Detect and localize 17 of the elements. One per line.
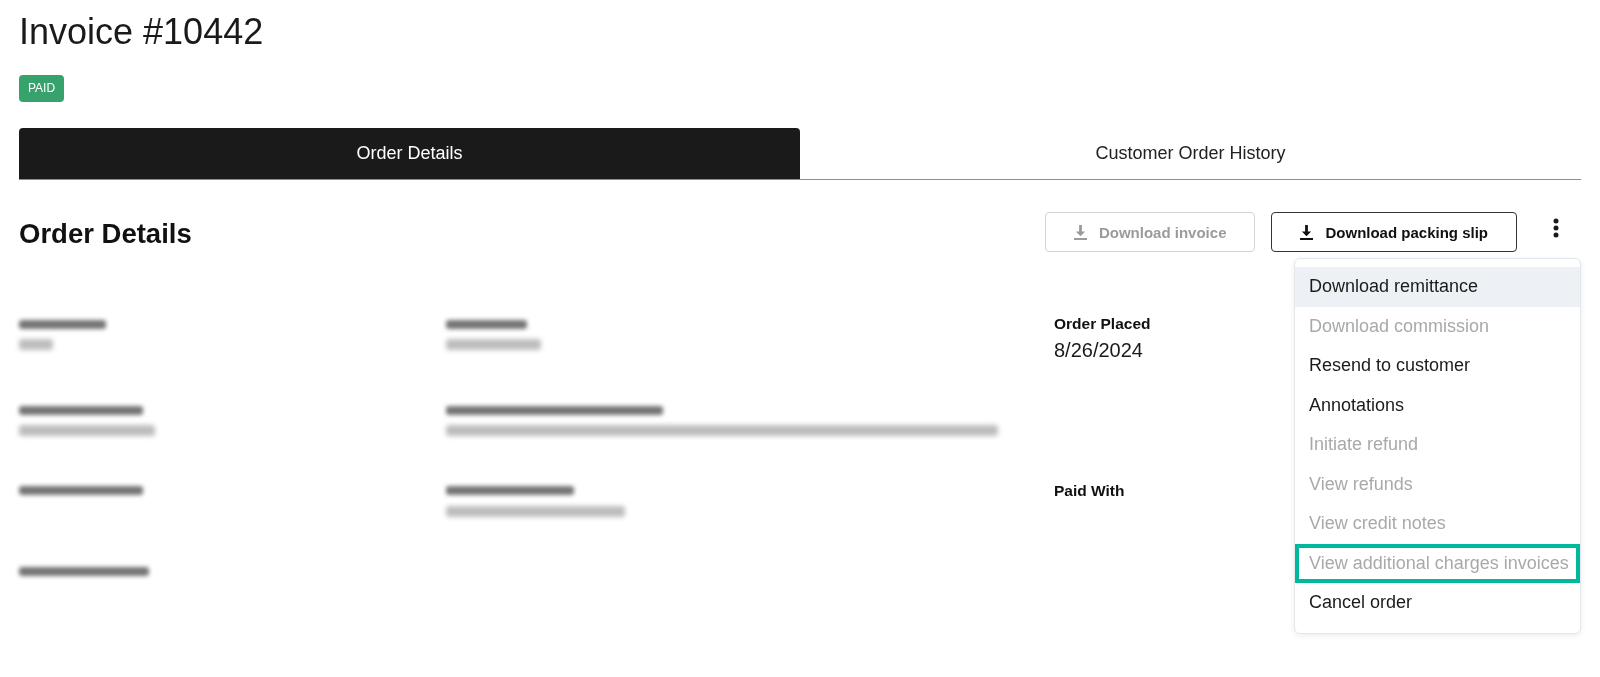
field-label: Paid With [1054, 480, 1125, 501]
more-icon[interactable] [1553, 218, 1559, 238]
blurred-value [19, 339, 53, 350]
tab[interactable]: Order Details [19, 128, 800, 179]
field-label: Order Placed [1054, 314, 1151, 334]
section-heading: Order Details [19, 217, 192, 251]
download-icon [1300, 224, 1314, 240]
download-icon [1073, 224, 1087, 240]
download-button[interactable]: Download packing slip [1271, 212, 1517, 252]
field-value: 8/26/2024 [1054, 338, 1143, 363]
tab[interactable]: Customer Order History [800, 128, 1581, 179]
menu-item[interactable]: Resend to customer [1295, 346, 1580, 386]
invoice-title: Invoice #10442 [19, 10, 264, 54]
menu-item[interactable]: Cancel order [1295, 583, 1580, 623]
menu-item[interactable]: Download remittance [1295, 267, 1580, 307]
menu-item[interactable]: Annotations [1295, 385, 1580, 425]
status-badge: PAID [19, 75, 65, 102]
